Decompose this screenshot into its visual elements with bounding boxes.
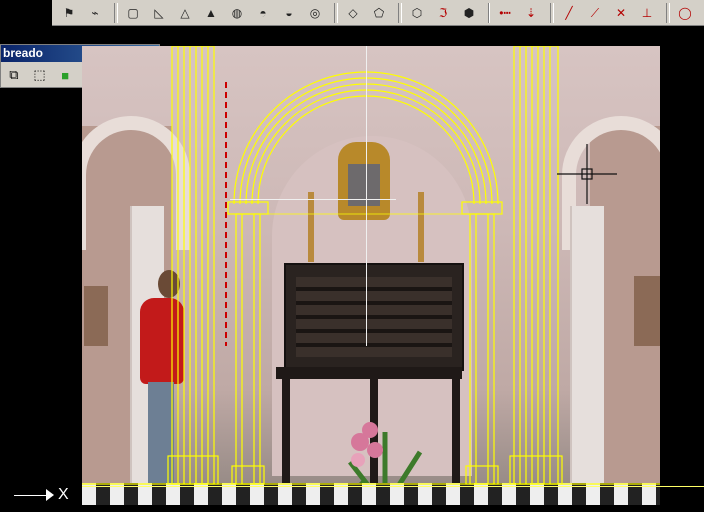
pyramid-icon[interactable]: △ bbox=[174, 2, 196, 24]
dish-icon[interactable]: ◒ bbox=[278, 2, 300, 24]
ucs-arrow-icon bbox=[46, 489, 54, 501]
toolbar-separator bbox=[550, 2, 554, 23]
right-column-wireframe bbox=[461, 201, 503, 485]
plane-icon[interactable]: ⌁ bbox=[84, 2, 106, 24]
toolbar-separator bbox=[488, 2, 490, 23]
point-line-icon[interactable]: •┅ bbox=[494, 2, 516, 24]
right-pilaster-wireframe bbox=[509, 46, 563, 485]
ucs-x-axis-line bbox=[14, 495, 48, 496]
ground-line bbox=[82, 486, 704, 487]
circle-icon[interactable]: ◯ bbox=[674, 2, 696, 24]
pick-cursor-icon bbox=[557, 144, 617, 204]
crosshair-vertical bbox=[366, 46, 367, 346]
crosshair-horizontal bbox=[230, 199, 396, 200]
flip-icon[interactable]: ⇣ bbox=[520, 2, 542, 24]
draw-tools-group: •┅ ⇣ ╱ ⟋ ✕ ⊥ ◯ ✺ bbox=[494, 0, 704, 25]
solid-tools-group: ⚑ ⌁ ▢ ◺ △ ▲ ◍ ◓ ◒ ◎ ◇ ⬠ ⬡ ℑ ⬢ bbox=[58, 0, 484, 25]
toolbar-separator bbox=[666, 2, 670, 23]
edge-icon[interactable]: ⬢ bbox=[458, 2, 480, 24]
left-pilaster-wireframe bbox=[167, 46, 219, 485]
draw-toolbar: ⚑ ⌁ ▢ ◺ △ ▲ ◍ ◓ ◒ ◎ ◇ ⬠ ⬡ ℑ ⬢ •┅ ⇣ ╱ ⟋ ✕… bbox=[52, 0, 704, 26]
palette-title: breado bbox=[3, 46, 44, 60]
torus-icon[interactable]: ◎ bbox=[304, 2, 326, 24]
ucs-x-label: X bbox=[58, 486, 69, 503]
perpendicular-icon[interactable]: ⊥ bbox=[636, 2, 658, 24]
toolbar-separator bbox=[114, 2, 118, 23]
flag-icon[interactable]: ⚑ bbox=[58, 2, 80, 24]
toolbar-separator bbox=[334, 2, 338, 23]
wedge-icon[interactable]: ◺ bbox=[148, 2, 170, 24]
polyline-icon[interactable]: ⟋ bbox=[584, 2, 606, 24]
box-solid-icon[interactable]: ⬚ bbox=[29, 65, 51, 85]
wireframe-overlay[interactable] bbox=[82, 46, 660, 505]
cone-icon[interactable]: ▲ bbox=[200, 2, 222, 24]
ruled-icon[interactable]: ℑ bbox=[432, 2, 454, 24]
tabulate-icon[interactable]: ⬡ bbox=[406, 2, 428, 24]
surface-icon[interactable]: ◇ bbox=[342, 2, 364, 24]
dome-icon[interactable]: ◓ bbox=[252, 2, 274, 24]
revolve-icon[interactable]: ⬠ bbox=[368, 2, 390, 24]
left-column-wireframe bbox=[227, 201, 269, 485]
box-icon[interactable]: ▢ bbox=[122, 2, 144, 24]
gear-icon[interactable]: ✺ bbox=[700, 2, 704, 24]
drawing-viewport[interactable] bbox=[82, 46, 660, 505]
line-icon[interactable]: ╱ bbox=[558, 2, 580, 24]
toolbar-separator bbox=[398, 2, 402, 23]
sphere-icon[interactable]: ◍ bbox=[226, 2, 248, 24]
cross-icon[interactable]: ✕ bbox=[610, 2, 632, 24]
box-wireframe-icon[interactable]: ⧉ bbox=[3, 65, 25, 85]
green-box-icon[interactable]: ■ bbox=[54, 65, 76, 85]
